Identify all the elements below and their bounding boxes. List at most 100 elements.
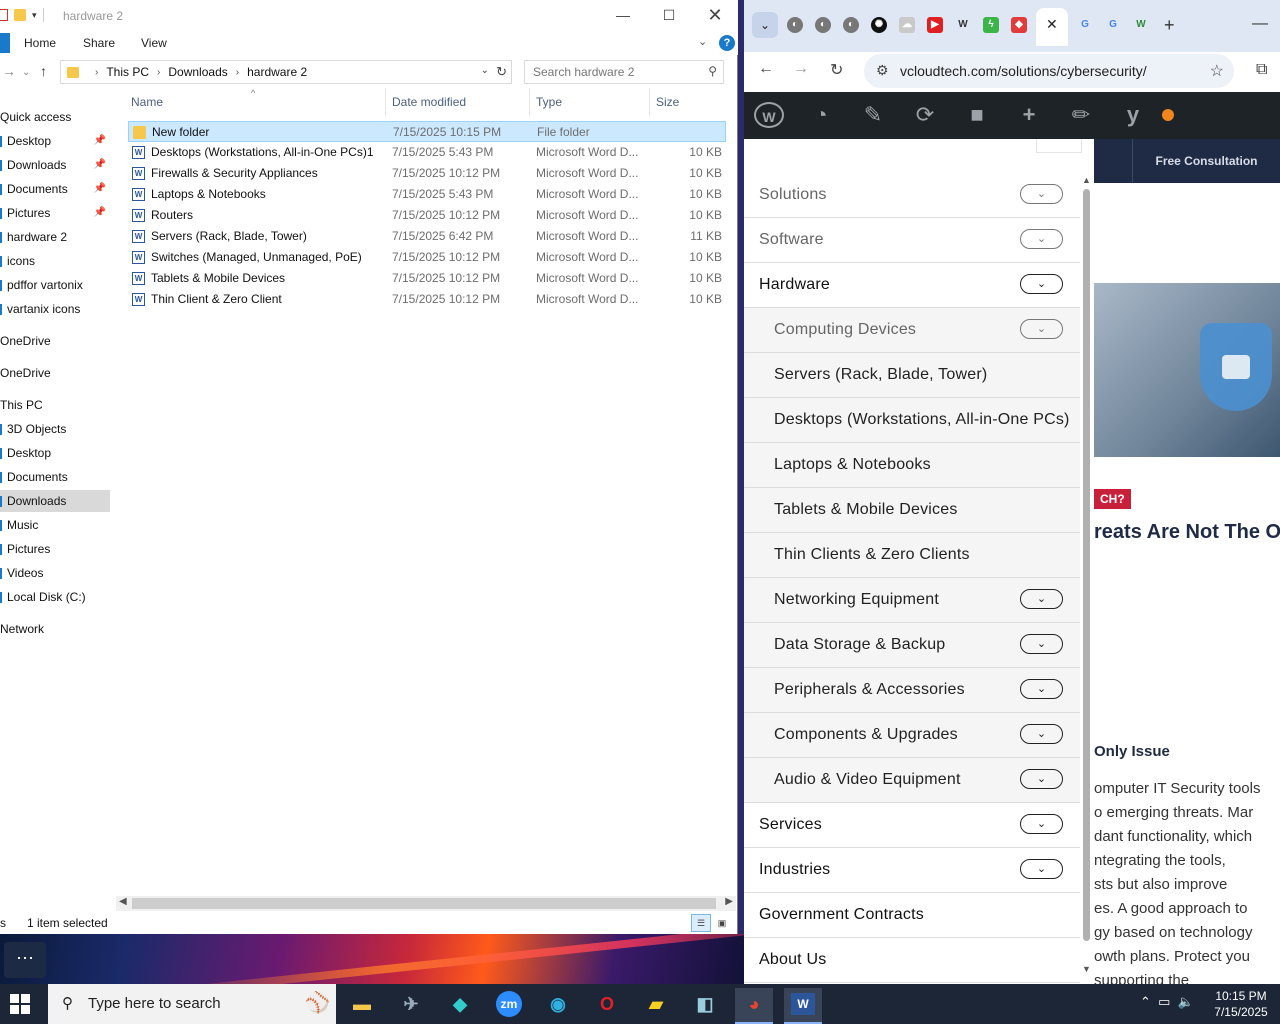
- chevron-down-icon[interactable]: ⌄: [481, 65, 489, 76]
- pin-icon[interactable]: 📌: [94, 178, 106, 200]
- address-bar[interactable]: ⚙ vcloudtech.com/solutions/cybersecurity…: [864, 54, 1234, 88]
- pin-icon[interactable]: 📌: [94, 202, 106, 224]
- tab-favicon-globe[interactable]: ◐: [815, 17, 831, 33]
- file-explorer-taskbar-icon[interactable]: ▬: [343, 988, 381, 1024]
- nav-item[interactable]: Quick access: [0, 106, 110, 128]
- chevron-down-icon[interactable]: ⌄: [1020, 814, 1063, 834]
- menu-item[interactable]: Servers (Rack, Blade, Tower): [744, 353, 1080, 398]
- file-row[interactable]: New folder 7/15/2025 10:15 PM File folder: [128, 121, 726, 142]
- recent-dropdown-icon[interactable]: ⌄: [22, 67, 30, 78]
- menu-item[interactable]: Desktops (Workstations, All-in-One PCs): [744, 398, 1080, 443]
- menu-item[interactable]: Solutions ⌄: [744, 173, 1080, 218]
- refresh-icon[interactable]: ↻: [496, 64, 507, 80]
- tab-favicon-bolt[interactable]: ϟ: [983, 17, 999, 33]
- help-icon[interactable]: ?: [719, 35, 735, 51]
- menu-item[interactable]: Hardware ⌄: [744, 263, 1080, 308]
- tab-favicon-wikipedia[interactable]: W: [955, 17, 971, 33]
- menu-item[interactable]: Networking Equipment ⌄: [744, 578, 1080, 623]
- chevron-down-icon[interactable]: ⌄: [1020, 589, 1063, 609]
- chevron-down-icon[interactable]: ⌄: [1020, 319, 1063, 339]
- menu-item[interactable]: Government Contracts: [744, 893, 1080, 938]
- reload-icon[interactable]: ↻: [830, 60, 843, 80]
- column-header-type[interactable]: Type: [536, 95, 562, 109]
- tab-favicon-globe[interactable]: ◐: [787, 17, 803, 33]
- chevron-right-icon[interactable]: ›: [157, 67, 160, 78]
- extensions-icon[interactable]: ⧉: [1256, 61, 1267, 79]
- scroll-right-icon[interactable]: ▶: [725, 896, 733, 907]
- tab-favicon-w[interactable]: W: [1133, 17, 1149, 33]
- nav-item[interactable]: Local Disk (C:): [0, 586, 110, 608]
- tab-view[interactable]: View: [141, 36, 167, 50]
- minimize-button[interactable]: —: [1252, 15, 1268, 33]
- edit-pencil-icon[interactable]: ✏: [1066, 102, 1096, 128]
- nav-item[interactable]: hardware 2: [0, 226, 110, 248]
- file-row[interactable]: W Laptops & Notebooks 7/15/2025 5:43 PM Mic…: [128, 184, 726, 205]
- nav-item[interactable]: Desktop 📌: [0, 130, 110, 152]
- back-icon[interactable]: →: [2, 63, 16, 79]
- maximize-button[interactable]: ☐: [646, 0, 692, 31]
- chevron-down-icon[interactable]: ⌄: [1020, 229, 1063, 249]
- new-content-icon[interactable]: +: [1014, 102, 1044, 128]
- windows-start-button[interactable]: [10, 994, 30, 1014]
- menu-item[interactable]: Computing Devices ⌄: [744, 308, 1080, 353]
- large-icons-view-icon[interactable]: ▣: [714, 915, 730, 931]
- edge-taskbar-icon[interactable]: ◉: [539, 988, 577, 1024]
- scroll-up-icon[interactable]: ▲: [1082, 175, 1091, 185]
- menu-item[interactable]: Software ⌄: [744, 218, 1080, 263]
- forward-icon[interactable]: →: [793, 60, 809, 78]
- checkbox-icon[interactable]: [0, 9, 8, 21]
- app-taskbar-icon[interactable]: ✈: [392, 988, 430, 1024]
- chevron-down-icon[interactable]: ⌄: [1020, 724, 1063, 744]
- tab-favicon-google[interactable]: G: [1105, 17, 1121, 33]
- free-consultation-button[interactable]: Free Consultation: [1132, 139, 1280, 183]
- tab-share[interactable]: Share: [83, 36, 115, 50]
- pin-icon[interactable]: 📌: [94, 154, 106, 176]
- breadcrumb-this-pc[interactable]: This PC: [106, 65, 149, 79]
- close-button[interactable]: ✕: [692, 0, 738, 31]
- nav-item[interactable]: icons: [0, 250, 110, 272]
- wordpress-icon[interactable]: W: [754, 102, 784, 128]
- file-row[interactable]: W Firewalls & Security Appliances 7/15/202…: [128, 163, 726, 184]
- nav-item[interactable]: Documents 📌: [0, 178, 110, 200]
- nav-item[interactable]: 3D Objects: [0, 418, 110, 440]
- chevron-right-icon[interactable]: ›: [95, 67, 98, 78]
- nav-item[interactable]: Desktop: [0, 442, 110, 464]
- file-row[interactable]: W Desktops (Workstations, All-in-One PCs)…: [128, 142, 726, 163]
- app-taskbar-icon[interactable]: ◆: [441, 988, 479, 1024]
- menu-item[interactable]: Data Storage & Backup ⌄: [744, 623, 1080, 668]
- menu-scrollbar[interactable]: ▲ ▼: [1080, 175, 1094, 984]
- more-options-button[interactable]: ⋯: [4, 942, 46, 978]
- scroll-left-icon[interactable]: ◀: [119, 896, 127, 907]
- scrollbar-thumb[interactable]: [132, 898, 716, 909]
- zoom-taskbar-icon[interactable]: zm: [490, 988, 528, 1024]
- active-tab[interactable]: ✕: [1036, 8, 1068, 46]
- menu-item[interactable]: Components & Upgrades ⌄: [744, 713, 1080, 758]
- chevron-down-icon[interactable]: ⌄: [1020, 769, 1063, 789]
- chevron-down-icon[interactable]: ▾: [32, 10, 37, 21]
- comments-icon[interactable]: ■: [962, 102, 992, 128]
- tab-favicon-diamond[interactable]: ◆: [1011, 17, 1027, 33]
- yoast-icon[interactable]: y: [1118, 102, 1148, 128]
- search-input[interactable]: Search hardware 2 ⚲: [524, 60, 724, 84]
- tab-favicon-youtube[interactable]: ▶: [927, 17, 943, 33]
- menu-item[interactable]: About Us: [744, 938, 1080, 983]
- nav-item[interactable]: Downloads 📌: [0, 154, 110, 176]
- tab-search-button[interactable]: ⌄: [752, 12, 778, 38]
- nav-item[interactable]: Pictures: [0, 538, 110, 560]
- horizontal-scrollbar[interactable]: ◀ ▶: [116, 896, 736, 911]
- tab-favicon-google[interactable]: G: [1077, 17, 1093, 33]
- file-row[interactable]: W Thin Client & Zero Client 7/15/2025 10:1…: [128, 289, 726, 310]
- scrollbar-thumb[interactable]: [1083, 189, 1090, 941]
- breadcrumb-downloads[interactable]: Downloads: [168, 65, 227, 79]
- tab-home[interactable]: Home: [24, 36, 56, 50]
- sticky-notes-taskbar-icon[interactable]: ▰: [637, 988, 675, 1024]
- system-tray[interactable]: ⌃ ▭ 🔈: [1140, 994, 1194, 1010]
- customize-brush-icon[interactable]: ✎: [858, 102, 888, 128]
- nav-item[interactable]: Network: [0, 618, 110, 640]
- nav-item[interactable]: This PC: [0, 394, 110, 416]
- column-header-size[interactable]: Size: [656, 95, 679, 109]
- menu-item[interactable]: Services ⌄: [744, 803, 1080, 848]
- nav-item[interactable]: Pictures 📌: [0, 202, 110, 224]
- details-view-icon[interactable]: ☰: [691, 914, 711, 932]
- menu-item[interactable]: Thin Clients & Zero Clients: [744, 533, 1080, 578]
